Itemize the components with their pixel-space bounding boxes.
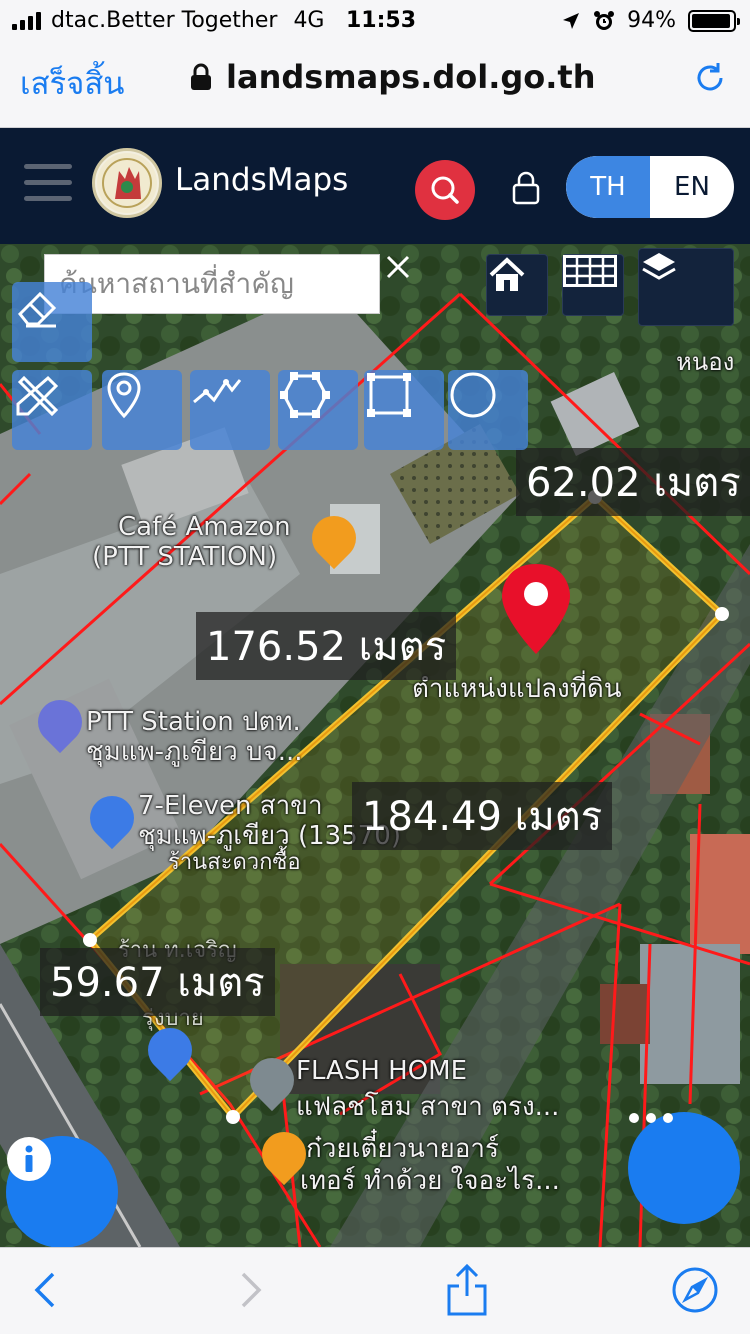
search-placeholder: ค้นหาสถานที่สำคัญ	[59, 267, 294, 300]
location-arrow-icon	[563, 12, 580, 29]
clock: 11:53	[346, 8, 417, 33]
address-bar[interactable]: landsmaps.dol.go.th	[190, 58, 595, 96]
eraser-tool-button[interactable]	[12, 282, 92, 362]
place-search-input[interactable]: ค้นหาสถานที่สำคัญ	[44, 254, 380, 314]
home-icon	[489, 257, 525, 291]
home-button[interactable]	[486, 254, 548, 316]
lang-en-option[interactable]: EN	[650, 156, 734, 218]
map-pin-icon	[107, 372, 141, 419]
place-nong: หนอง	[676, 348, 735, 376]
search-icon	[431, 176, 459, 204]
measure-label-right: 184.49 เมตร	[352, 782, 613, 850]
rectangle-tool-button[interactable]	[364, 370, 444, 450]
place-flash-home-sub: แฟลชโฮม สาขา ตรง...	[296, 1092, 560, 1122]
app-header: LandsMaps TH EN	[0, 128, 750, 244]
clear-search-button[interactable]	[385, 254, 465, 314]
dol-seal-logo	[92, 148, 162, 218]
layers-icon	[642, 253, 676, 280]
safari-button[interactable]	[670, 1262, 720, 1318]
browser-bottom-bar	[0, 1247, 750, 1334]
circle-icon	[450, 372, 496, 418]
battery-percent: 94%	[627, 8, 676, 33]
point-tool-button[interactable]	[102, 370, 182, 450]
chevron-left-icon	[34, 1272, 55, 1308]
app-title: LandsMaps	[175, 162, 349, 198]
polygon-icon	[280, 372, 330, 418]
eraser-icon	[17, 291, 57, 328]
close-icon	[386, 255, 410, 279]
grid-icon	[563, 255, 617, 287]
reload-icon[interactable]	[692, 60, 728, 96]
place-flash-home: FLASH HOME	[296, 1056, 468, 1086]
chevron-right-icon	[241, 1272, 262, 1308]
rectangle-icon	[367, 373, 411, 417]
map-view[interactable]: Café Amazon (PTT STATION) PTT Station ปต…	[0, 244, 750, 1247]
layers-button[interactable]	[638, 248, 734, 326]
carrier-label: dtac.Better Together	[51, 8, 278, 33]
url-text: landsmaps.dol.go.th	[226, 58, 596, 96]
measure-label-top: 62.02 เมตร	[516, 448, 750, 516]
network-label: 4G	[293, 8, 325, 33]
info-icon	[7, 1137, 51, 1181]
lock-icon	[191, 63, 211, 90]
browser-top-bar: dtac.Better Together 4G 11:53 94% เสร็จส…	[0, 0, 750, 128]
lock-icon[interactable]	[510, 170, 542, 206]
place-noodle-sub: เทอร์ ทำด้วย ใจอะไร...	[300, 1166, 560, 1196]
signal-icon	[12, 11, 41, 30]
more-options-button[interactable]	[628, 1112, 740, 1224]
more-dots-icon	[629, 1113, 673, 1123]
forward-button[interactable]	[226, 1262, 276, 1318]
ruler-pencil-icon	[16, 375, 59, 417]
share-icon	[447, 1263, 487, 1316]
status-bar: dtac.Better Together 4G 11:53 94%	[0, 0, 750, 42]
measure-label-bottom: 59.67 เมตร	[40, 948, 275, 1016]
place-ptt-sub: ชุมแพ-ภูเขียว บจ...	[86, 737, 303, 767]
info-button[interactable]	[6, 1136, 118, 1247]
place-cafe-amazon-sub: (PTT STATION)	[92, 542, 278, 572]
battery-icon	[688, 9, 740, 32]
done-button[interactable]: เสร็จสิ้น	[20, 58, 124, 108]
alarm-icon	[594, 10, 615, 30]
grid-button[interactable]	[562, 254, 624, 316]
compass-icon	[672, 1267, 718, 1313]
polyline-icon	[193, 379, 242, 404]
circle-tool-button[interactable]	[448, 370, 528, 450]
hamburger-menu-icon[interactable]	[24, 164, 72, 204]
back-button[interactable]	[20, 1262, 70, 1318]
ruler-pencil-tool-button[interactable]	[12, 370, 92, 450]
measure-label-left: 176.52 เมตร	[196, 612, 457, 680]
place-cafe-amazon: Café Amazon	[118, 512, 291, 542]
polygon-tool-button[interactable]	[278, 370, 358, 450]
place-7eleven-type: ร้านสะดวกซื้อ	[168, 850, 301, 875]
share-button[interactable]	[442, 1262, 492, 1318]
line-tool-button[interactable]	[190, 370, 270, 450]
language-toggle[interactable]: TH EN	[566, 156, 734, 218]
search-button[interactable]	[415, 160, 475, 220]
lang-th-option[interactable]: TH	[566, 156, 650, 218]
